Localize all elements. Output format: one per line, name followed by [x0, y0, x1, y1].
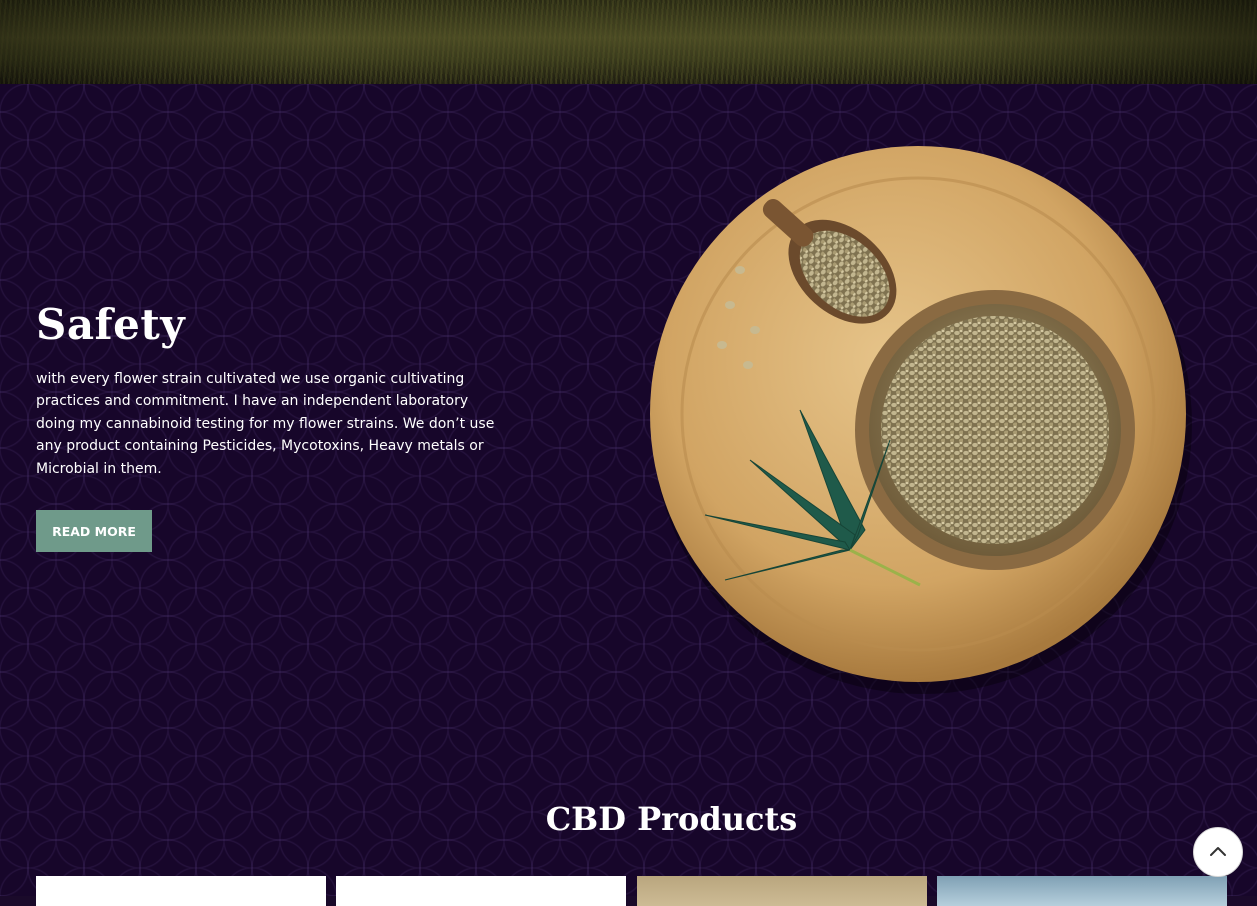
chevron-up-icon [1210, 847, 1226, 856]
hemp-seeds-plate-image [650, 146, 1192, 694]
read-more-button[interactable]: READ MORE [36, 510, 152, 552]
scroll-to-top-button[interactable] [1193, 827, 1243, 877]
safety-description: with every flower strain cultivated we u… [36, 371, 495, 477]
cbd-products-title: CBD Products [545, 800, 798, 838]
product-card[interactable] [637, 876, 927, 906]
product-card[interactable] [336, 876, 626, 906]
safety-title: Safety [36, 300, 186, 349]
product-card[interactable] [36, 876, 326, 906]
product-card[interactable] [937, 876, 1227, 906]
hero-grass-banner [0, 0, 1257, 84]
